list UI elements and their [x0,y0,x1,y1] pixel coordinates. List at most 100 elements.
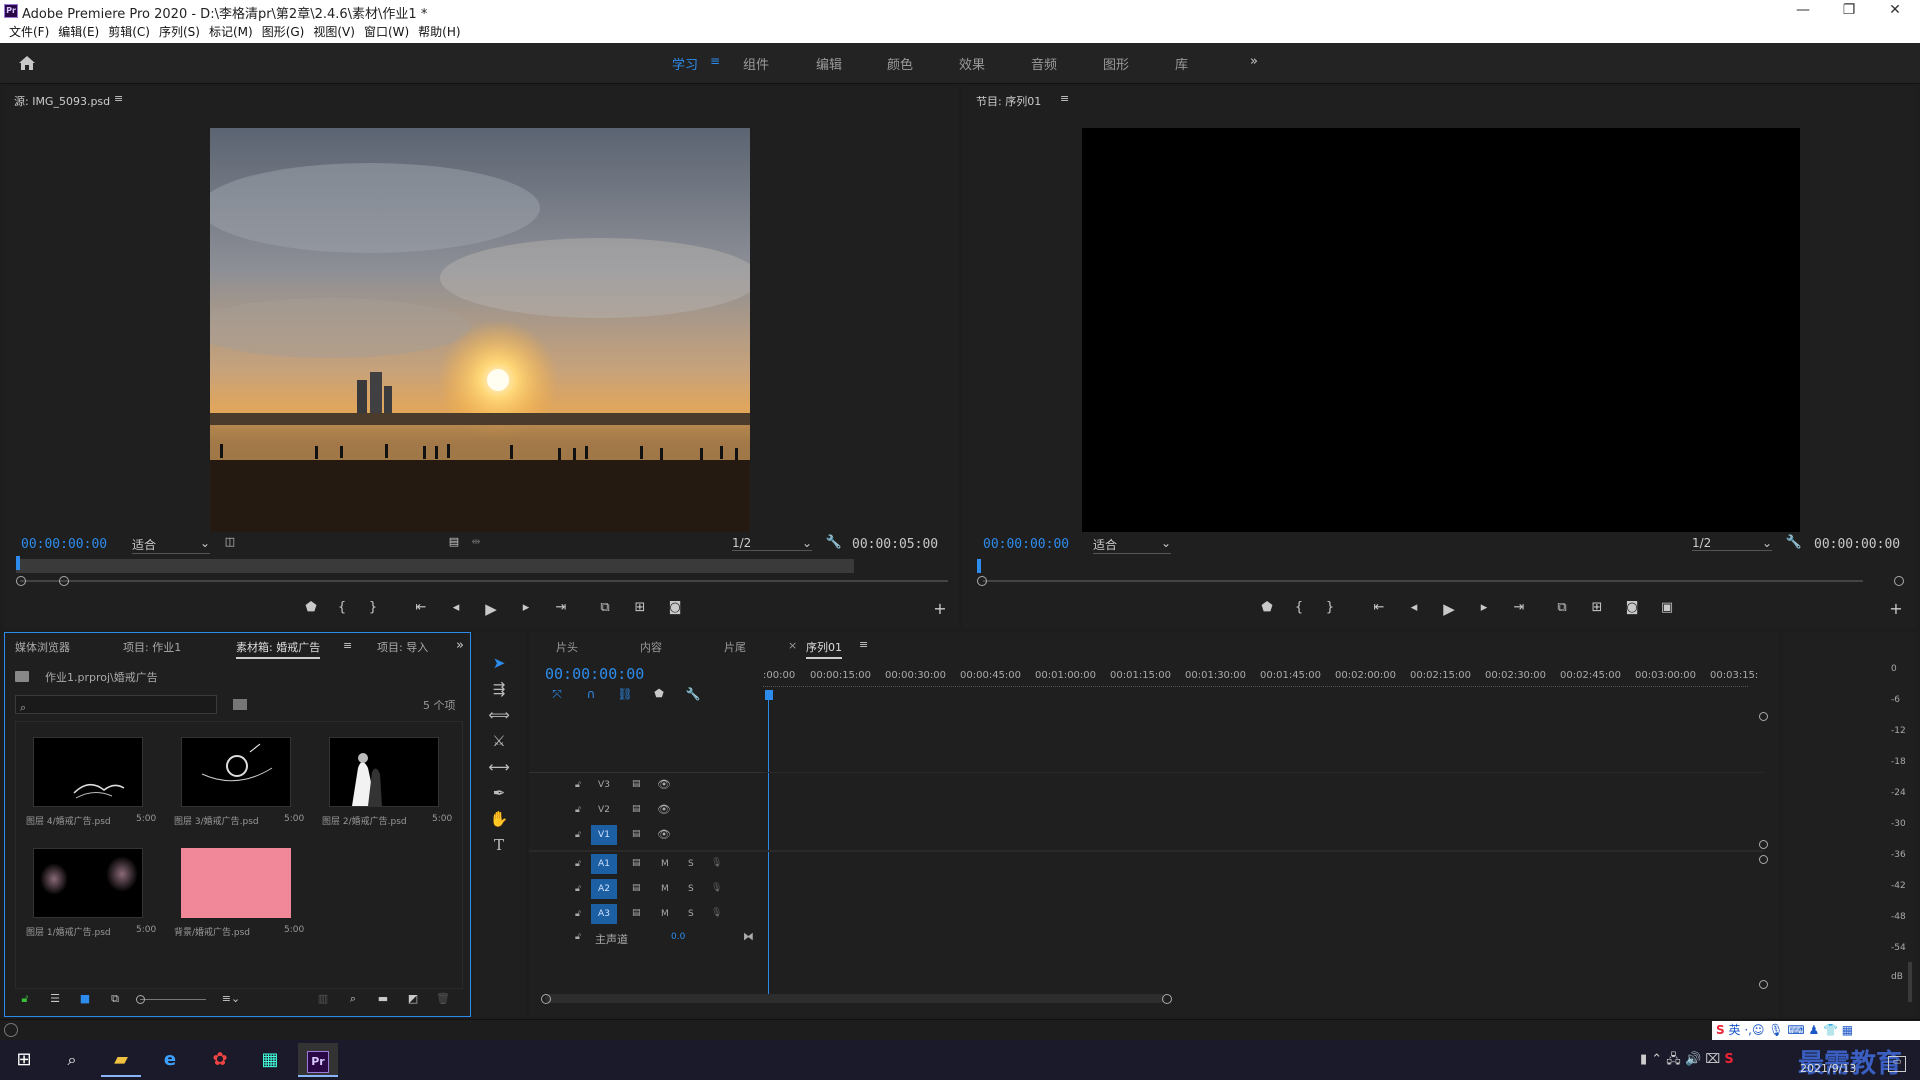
more-tabs-icon[interactable]: » [456,638,464,653]
go-to-in-icon[interactable]: ⇤ [1369,600,1389,615]
microphone-icon[interactable]: 🎙︎ [711,883,722,893]
new-item-icon[interactable]: ◩ [403,992,423,1005]
extract-icon[interactable]: ⊞ [1587,600,1607,615]
close-button[interactable]: ✕ [1872,0,1918,22]
mute-button[interactable]: M [661,909,669,919]
go-to-in-icon[interactable]: ⇤ [411,600,431,615]
workspace-more-icon[interactable]: » [1250,54,1258,69]
tab-sequence-content[interactable]: 内容 [640,639,662,655]
file-explorer-icon[interactable]: ▰ [101,1043,141,1077]
menu-view[interactable]: 视图(V) [313,22,355,42]
solo-button[interactable]: S [688,859,694,869]
scroll-handle-left[interactable] [541,994,551,1004]
add-button-icon[interactable]: + [1886,599,1906,618]
track-target-v1[interactable]: V1 [591,825,617,845]
thumbnail-size-slider[interactable] [140,999,206,1000]
clip-thumbnail[interactable] [181,737,291,807]
solo-button[interactable]: S [688,909,694,919]
timeline-settings-wrench-icon[interactable]: 🔧 [683,687,703,701]
source-settings-square-icon[interactable]: ◫ [220,535,240,548]
lock-icon[interactable]: 🔓︎ [15,992,35,1006]
mute-button[interactable]: M [661,859,669,869]
scroll-handle-audio-bottom[interactable] [1759,980,1768,989]
scroll-handle-audio-top[interactable] [1759,855,1768,864]
track-lock-icon[interactable]: 🔓︎ [575,909,581,919]
source-zoom-bar[interactable] [20,580,948,582]
overwrite-icon[interactable]: ⊞ [630,600,650,615]
search-input[interactable]: ⌕ [15,695,217,714]
workspace-effects[interactable]: 效果 [959,54,985,73]
tab-sequence-active[interactable]: 序列01 [806,639,842,659]
ime-toolbar[interactable]: S 英 ·,☺ 🎙︎ ⌨ ♟ 👕 ▦ [1712,1021,1920,1040]
type-tool-icon[interactable]: T [488,834,510,856]
insert-overlay-icon[interactable]: ▤ [444,535,464,548]
workspace-libraries[interactable]: 库 [1175,54,1188,73]
play-icon[interactable]: ▶ [481,600,501,618]
media-app-icon[interactable]: ▦ [250,1043,290,1077]
add-marker-icon[interactable]: ⬟ [1257,600,1277,615]
tab-project[interactable]: 项目: 作业1 [123,639,181,655]
clip-thumbnail[interactable] [33,848,143,918]
panel-menu-icon[interactable]: ≡ [343,639,352,652]
tab-sequence-ending[interactable]: 片尾 [724,639,746,655]
wrench-icon[interactable]: 🔧 [824,535,844,550]
export-frame-camera-icon[interactable]: ◙ [665,600,685,615]
slip-tool-icon[interactable]: ⟷ [488,756,510,778]
workspace-learn[interactable]: 学习 [672,54,698,73]
notification-icon[interactable]: ▭ [1888,1056,1906,1072]
export-frame-camera-icon[interactable]: ◙ [1622,600,1642,615]
clip-thumbnail[interactable] [181,848,291,918]
drag-audio-icon[interactable]: ⇹ [466,535,486,548]
freeform-view-icon[interactable]: ⧉ [105,992,125,1006]
snap-magnet-icon[interactable]: ∩ [581,687,601,701]
workspace-graphics[interactable]: 图形 [1103,54,1129,73]
find-icon[interactable]: ⌕ [343,992,363,1006]
microphone-icon[interactable]: 🎙︎ [711,858,722,868]
comparison-view-icon[interactable]: ▣ [1657,600,1677,615]
eye-icon[interactable]: 👁︎ [657,778,671,791]
mute-button[interactable]: M [661,884,669,894]
panel-menu-icon[interactable]: ≡ [859,638,868,651]
go-to-out-icon[interactable]: ⇥ [551,600,571,615]
track-lock-icon[interactable]: 🔓︎ [575,780,581,790]
sync-lock-icon[interactable]: ▤ [632,779,641,789]
zoom-handle-left[interactable] [977,576,987,586]
program-zoom-select[interactable]: 适合 ⌄ [1093,536,1171,554]
premiere-taskbar-icon[interactable]: Pr [298,1043,338,1077]
add-marker-icon[interactable]: ⬟ [649,687,669,700]
new-search-bin-icon[interactable] [233,699,247,710]
clip-thumbnail[interactable] [33,737,143,807]
program-timecode-current[interactable]: 00:00:00:00 [983,537,1069,552]
zoom-handle-right[interactable] [59,576,69,586]
system-tray-icons[interactable]: ▮ ⌃ 🖧 🔊 ⌧ S [1640,1050,1734,1072]
tab-bin-active[interactable]: 素材箱: 婚戒广告 [236,639,321,659]
mark-out-icon[interactable]: } [1320,600,1340,615]
windows-start-icon[interactable]: ⊞ [4,1043,44,1077]
menu-marker[interactable]: 标记(M) [209,22,253,42]
source-timeline-ruler[interactable] [16,559,854,573]
search-icon[interactable]: ⌕ [52,1043,92,1077]
menu-window[interactable]: 窗口(W) [364,22,409,42]
step-forward-icon[interactable]: ▸ [516,600,536,615]
add-button-icon[interactable]: + [930,599,950,618]
zoom-handle-right[interactable] [1894,576,1904,586]
time-ruler[interactable]: :00:00 00:00:15:00 00:00:30:00 00:00:45:… [763,670,1763,692]
timeline-playhead-handle[interactable] [765,690,773,700]
workspace-assembly[interactable]: 组件 [743,54,769,73]
track-target-a3[interactable]: A3 [591,904,617,924]
panel-menu-icon[interactable]: ≡ [1060,92,1069,105]
mark-in-icon[interactable]: { [332,600,352,615]
automate-to-sequence-icon[interactable]: ▥ [313,992,333,1005]
track-lock-icon[interactable]: 🔓︎ [575,830,581,840]
menu-sequence[interactable]: 序列(S) [159,22,200,42]
timeline-horizontal-scrollbar[interactable] [545,994,1165,1003]
home-icon[interactable] [18,55,36,71]
step-back-icon[interactable]: ◂ [1404,600,1424,615]
add-marker-icon[interactable]: ⬟ [301,600,321,615]
eye-icon[interactable]: 👁︎ [657,828,671,841]
selection-tool-icon[interactable]: ➤ [488,652,510,674]
track-target-a1[interactable]: A1 [591,854,617,874]
program-monitor-title[interactable]: 节目: 序列01 [976,93,1041,109]
play-icon[interactable]: ▶ [1439,600,1459,618]
maximize-button[interactable]: ❐ [1826,0,1872,22]
